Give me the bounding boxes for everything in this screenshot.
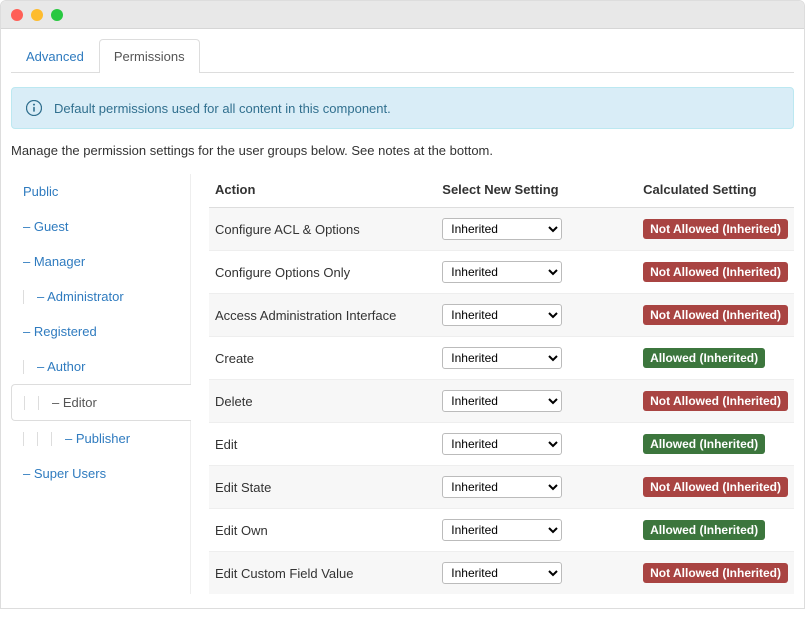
- table-row: Edit Custom Field Value Inherited Not Allo…: [209, 552, 794, 595]
- sidebar-item-label: – Registered: [23, 324, 97, 339]
- calculated-cell: Allowed (Inherited): [637, 423, 794, 466]
- close-icon[interactable]: [11, 9, 23, 21]
- sidebar-item-group[interactable]: – Editor: [11, 384, 191, 421]
- sidebar-item-group[interactable]: – Guest: [11, 209, 190, 244]
- maximize-icon[interactable]: [51, 9, 63, 21]
- select-cell: Inherited: [436, 466, 637, 509]
- select-cell: Inherited: [436, 509, 637, 552]
- setting-select[interactable]: Inherited: [442, 218, 562, 240]
- info-alert: Default permissions used for all content…: [11, 87, 794, 129]
- sidebar-item-group[interactable]: Public: [11, 174, 190, 209]
- sidebar-item-group[interactable]: – Administrator: [11, 279, 190, 314]
- calculated-cell: Not Allowed (Inherited): [637, 208, 794, 251]
- action-cell: Edit Own: [209, 509, 436, 552]
- sidebar-item-group[interactable]: – Publisher: [11, 421, 190, 456]
- status-badge: Not Allowed (Inherited): [643, 262, 788, 282]
- tab-advanced[interactable]: Advanced: [11, 39, 99, 73]
- content-area: AdvancedPermissions Default permissions …: [1, 29, 804, 608]
- calculated-cell: Not Allowed (Inherited): [637, 552, 794, 595]
- titlebar: [1, 1, 804, 29]
- table-row: Create Inherited Allowed (Inherited): [209, 337, 794, 380]
- header-calculated: Calculated Setting: [637, 174, 794, 208]
- select-cell: Inherited: [436, 423, 637, 466]
- tree-indent: [37, 432, 49, 446]
- status-badge: Not Allowed (Inherited): [643, 219, 788, 239]
- sidebar-item-label: – Editor: [52, 395, 97, 410]
- calculated-cell: Not Allowed (Inherited): [637, 251, 794, 294]
- action-cell: Create: [209, 337, 436, 380]
- header-select: Select New Setting: [436, 174, 637, 208]
- action-cell: Edit Custom Field Value: [209, 552, 436, 595]
- table-row: Edit Inherited Allowed (Inherited): [209, 423, 794, 466]
- sidebar-item-label: – Super Users: [23, 466, 106, 481]
- calculated-cell: Allowed (Inherited): [637, 337, 794, 380]
- tree-indent: [24, 396, 36, 410]
- tree-indent: [23, 290, 35, 304]
- select-cell: Inherited: [436, 208, 637, 251]
- setting-select[interactable]: Inherited: [442, 390, 562, 412]
- tree-indent: [51, 432, 63, 446]
- setting-select[interactable]: Inherited: [442, 562, 562, 584]
- table-row: Configure Options Only Inherited Not Allow…: [209, 251, 794, 294]
- setting-select[interactable]: Inherited: [442, 261, 562, 283]
- info-icon: [26, 100, 42, 116]
- action-cell: Edit State: [209, 466, 436, 509]
- select-cell: Inherited: [436, 380, 637, 423]
- status-badge: Not Allowed (Inherited): [643, 305, 788, 325]
- permissions-main: Action Select New Setting Calculated Set…: [191, 174, 794, 594]
- status-badge: Allowed (Inherited): [643, 520, 765, 540]
- tree-indent: [23, 432, 35, 446]
- sidebar-item-label: – Publisher: [65, 431, 130, 446]
- setting-select[interactable]: Inherited: [442, 433, 562, 455]
- action-cell: Configure Options Only: [209, 251, 436, 294]
- status-badge: Allowed (Inherited): [643, 348, 765, 368]
- table-row: Edit State Inherited Not Allowed (Inherite…: [209, 466, 794, 509]
- sidebar-item-label: – Administrator: [37, 289, 124, 304]
- permissions-layout: Public – Guest – Manager – Administrator – R…: [11, 174, 794, 594]
- header-action: Action: [209, 174, 436, 208]
- sidebar-item-label: – Manager: [23, 254, 85, 269]
- select-cell: Inherited: [436, 552, 637, 595]
- tree-indent: [38, 396, 50, 410]
- sidebar-item-group[interactable]: – Registered: [11, 314, 190, 349]
- intro-text: Manage the permission settings for the u…: [11, 143, 794, 158]
- table-row: Access Administration Interface Inherited…: [209, 294, 794, 337]
- calculated-cell: Not Allowed (Inherited): [637, 380, 794, 423]
- calculated-cell: Allowed (Inherited): [637, 509, 794, 552]
- app-window: AdvancedPermissions Default permissions …: [0, 0, 805, 609]
- table-row: Edit Own Inherited Allowed (Inherited): [209, 509, 794, 552]
- permissions-table: Action Select New Setting Calculated Set…: [209, 174, 794, 594]
- action-cell: Configure ACL & Options: [209, 208, 436, 251]
- sidebar-item-label: – Guest: [23, 219, 69, 234]
- alert-text: Default permissions used for all content…: [54, 101, 391, 116]
- minimize-icon[interactable]: [31, 9, 43, 21]
- tab-bar: AdvancedPermissions: [11, 39, 794, 73]
- calculated-cell: Not Allowed (Inherited): [637, 294, 794, 337]
- tree-indent: [23, 360, 35, 374]
- select-cell: Inherited: [436, 337, 637, 380]
- select-cell: Inherited: [436, 251, 637, 294]
- table-row: Delete Inherited Not Allowed (Inherited): [209, 380, 794, 423]
- setting-select[interactable]: Inherited: [442, 304, 562, 326]
- status-badge: Not Allowed (Inherited): [643, 391, 788, 411]
- status-badge: Not Allowed (Inherited): [643, 477, 788, 497]
- status-badge: Not Allowed (Inherited): [643, 563, 788, 583]
- setting-select[interactable]: Inherited: [442, 476, 562, 498]
- status-badge: Allowed (Inherited): [643, 434, 765, 454]
- action-cell: Delete: [209, 380, 436, 423]
- table-row: Configure ACL & Options Inherited Not Allo…: [209, 208, 794, 251]
- sidebar-item-group[interactable]: – Super Users: [11, 456, 190, 491]
- tab-permissions[interactable]: Permissions: [99, 39, 200, 73]
- action-cell: Access Administration Interface: [209, 294, 436, 337]
- sidebar-item-group[interactable]: – Manager: [11, 244, 190, 279]
- setting-select[interactable]: Inherited: [442, 519, 562, 541]
- action-cell: Edit: [209, 423, 436, 466]
- group-sidebar: Public – Guest – Manager – Administrator – R…: [11, 174, 191, 594]
- sidebar-item-label: – Author: [37, 359, 85, 374]
- select-cell: Inherited: [436, 294, 637, 337]
- sidebar-item-label: Public: [23, 184, 58, 199]
- setting-select[interactable]: Inherited: [442, 347, 562, 369]
- calculated-cell: Not Allowed (Inherited): [637, 466, 794, 509]
- sidebar-item-group[interactable]: – Author: [11, 349, 190, 384]
